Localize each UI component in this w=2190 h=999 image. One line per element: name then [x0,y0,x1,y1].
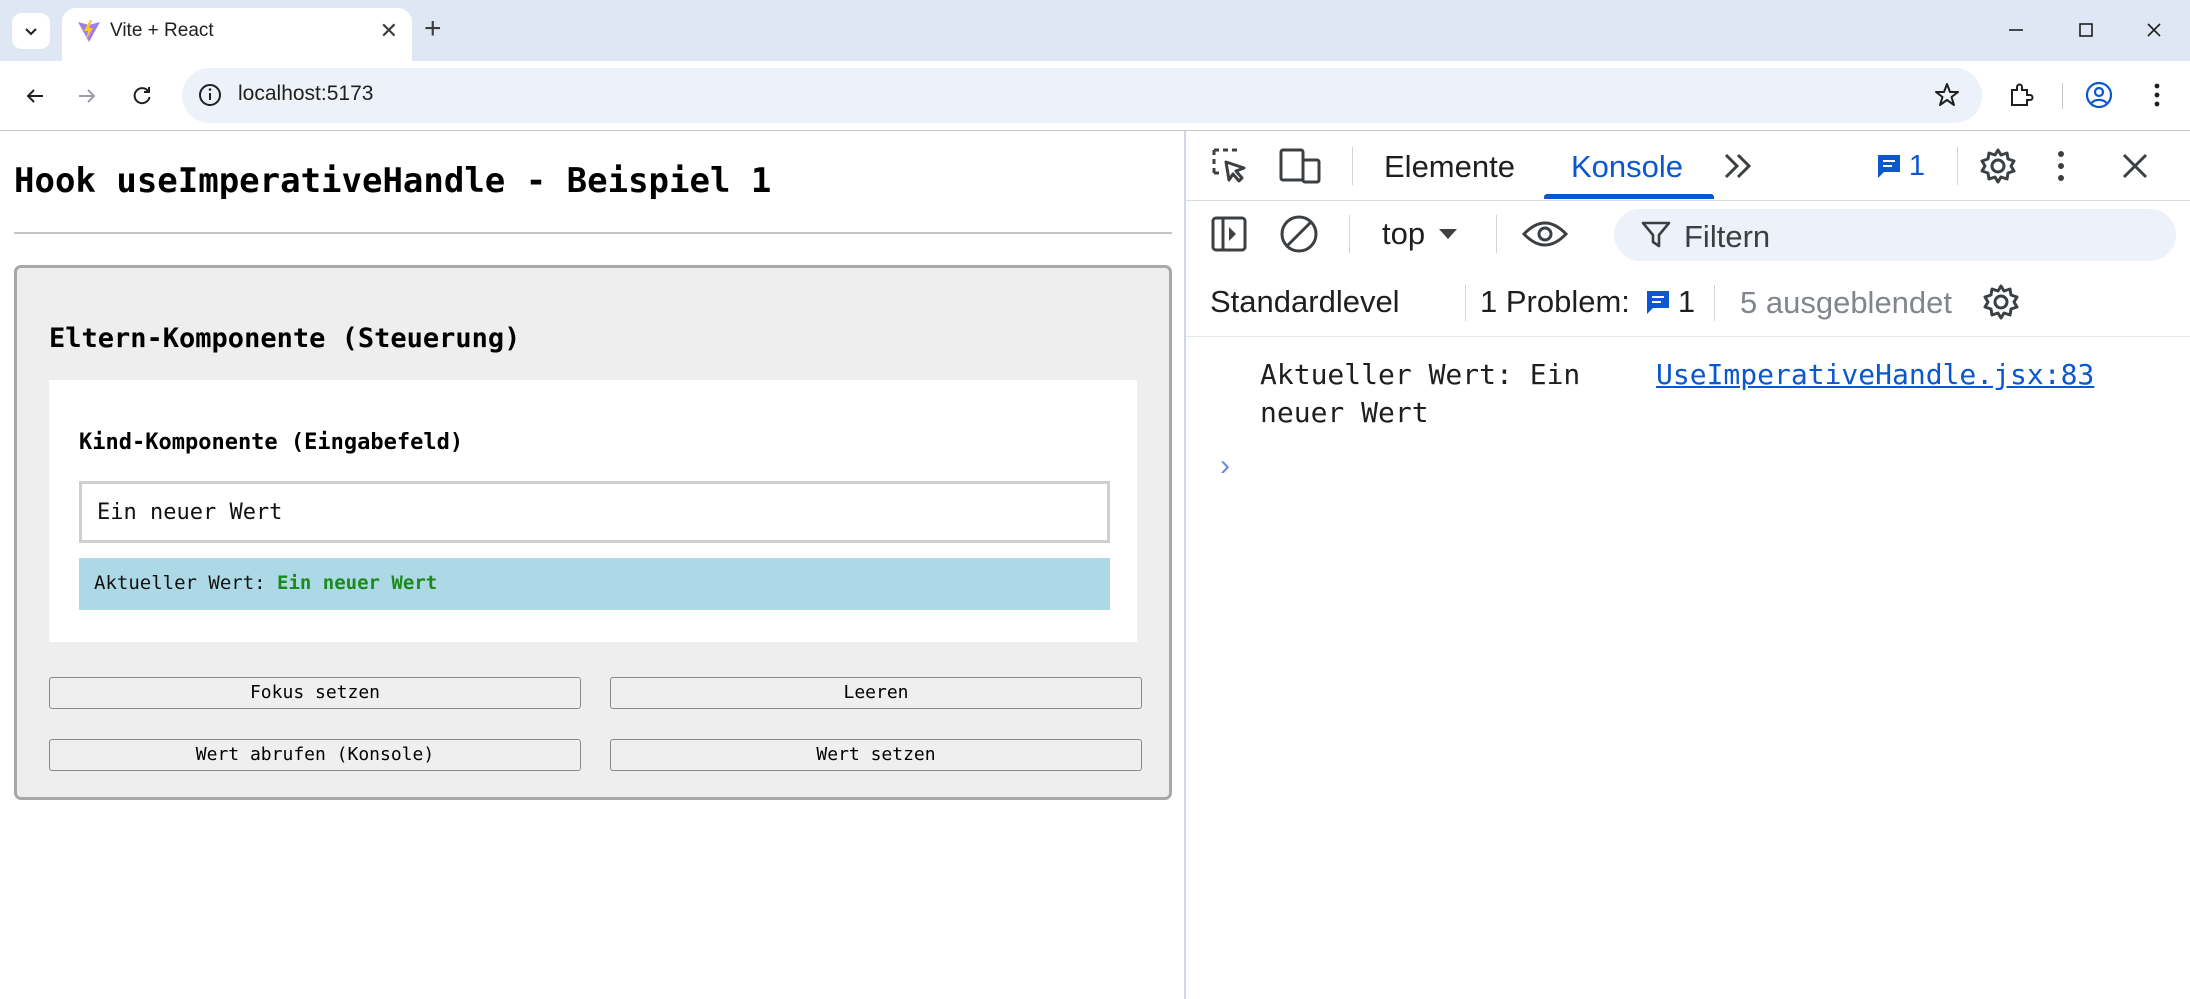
page-title: Hook useImperativeHandle - Beispiel 1 [14,161,772,201]
gear-icon [1983,284,2019,320]
tab-strip: Vite + React ✕ + [0,0,2190,61]
issues-count: 1 [1908,149,1926,182]
inspect-icon [1212,148,1246,183]
heading-divider [14,232,1172,234]
get-value-button[interactable]: Wert abrufen (Konsole) [49,739,581,771]
devtools-panel: Elemente Konsole 1 top Filtern Standardl… [1184,131,2190,999]
caret-down-icon [1439,229,1458,239]
extensions-button[interactable] [2004,78,2038,112]
page-viewport: Hook useImperativeHandle - Beispiel 1 El… [0,131,1184,999]
devtools-settings-button[interactable] [1976,145,2020,187]
console-source-link[interactable]: UseImperativeHandle.jsx:83 [1656,356,2094,394]
current-value-status: Aktueller Wert: Ein neuer Wert [79,558,1110,610]
value-input[interactable] [79,481,1110,543]
console-settings-button[interactable] [1980,281,2022,323]
device-toolbar-button[interactable] [1277,145,1323,187]
message-icon [1646,291,1669,314]
site-info-icon[interactable] [196,81,224,109]
toolbar-separator [1714,285,1715,321]
inspect-element-button[interactable] [1208,145,1252,187]
focus-button[interactable]: Fokus setzen [49,677,581,709]
browser-tab[interactable]: Vite + React ✕ [62,8,412,61]
tab-search-button[interactable] [12,13,50,49]
chevron-double-right-icon [1724,153,1752,179]
browser-toolbar: localhost:5173 [0,61,2190,130]
more-vert-icon [2058,151,2064,181]
close-icon [2147,23,2161,37]
tab-separator [1957,147,1958,185]
close-icon [2122,153,2148,179]
devtools-tab-bar: Elemente Konsole 1 [1186,131,2190,201]
sidebar-icon [1211,216,1247,252]
console-filter-input[interactable]: Filtern [1614,209,2176,261]
log-level-label: Standardlevel [1210,284,1400,319]
chrome-menu-button[interactable] [2140,78,2174,112]
block-icon [1280,215,1318,253]
arrow-left-icon [26,89,43,103]
live-expression-button[interactable] [1520,213,1570,255]
status-label: Aktueller Wert: [94,572,266,594]
reload-button[interactable] [124,78,160,114]
console-settings-bar: Standardlevel 1 Problem: 1 5 ausgeblende… [1186,269,2190,337]
sidebar-toggle-button[interactable] [1208,213,1250,255]
back-button[interactable] [17,78,53,114]
puzzle-icon [2011,83,2034,106]
devtools-menu-button[interactable] [2052,145,2070,187]
device-icon [1279,148,1321,184]
tab-separator [1352,147,1353,185]
problems-label: 1 Problem: [1480,284,1630,319]
parent-title: Eltern-Komponente (Steuerung) [49,323,521,354]
problems-count: 1 [1677,284,1696,319]
tab-title: Vite + React [110,20,214,41]
toolbar-separator [1496,215,1497,253]
more-tabs-button[interactable] [1718,147,1758,185]
more-vert-icon [2154,83,2160,107]
gear-icon [1980,148,2016,184]
toolbar-divider [2062,83,2063,109]
context-label: top [1382,216,1426,251]
clear-console-button[interactable] [1278,213,1320,255]
toolbar-separator [1465,285,1466,321]
address-bar[interactable]: localhost:5173 [182,68,1982,123]
console-toolbar: top Filtern [1186,201,2190,269]
clear-button[interactable]: Leeren [610,677,1142,709]
status-value: Ein neuer Wert [277,572,438,594]
tab-elements[interactable]: Elemente [1384,149,1515,185]
eye-icon [1521,221,1569,247]
toolbar-separator [1349,215,1350,253]
minimize-button[interactable] [1996,14,2036,46]
bookmark-star-icon[interactable] [1932,80,1962,110]
new-tab-button[interactable]: + [424,13,442,45]
parent-component: Eltern-Komponente (Steuerung) Kind-Kompo… [14,265,1172,800]
minimize-icon [2009,29,2023,31]
context-selector[interactable]: top [1382,211,1472,257]
reload-icon [133,87,151,105]
profile-button[interactable] [2082,78,2116,112]
vite-logo-icon [78,20,100,42]
log-level-dropdown[interactable]: Standardlevel [1210,279,1402,325]
forward-button[interactable] [69,78,105,114]
arrow-right-icon [79,89,96,103]
problems-button[interactable]: 1 Problem: 1 [1480,279,1704,325]
child-component: Kind-Komponente (Eingabefeld) Aktueller … [49,380,1137,642]
child-title: Kind-Komponente (Eingabefeld) [79,430,464,455]
close-devtools-button[interactable] [2116,147,2154,185]
issues-counter-button[interactable]: 1 [1872,147,1928,185]
maximize-icon [2079,23,2093,37]
tab-console[interactable]: Konsole [1571,149,1683,185]
set-value-button[interactable]: Wert setzen [610,739,1142,771]
hidden-messages-label: 5 ausgeblendet [1740,285,1953,320]
message-icon [1877,155,1900,178]
console-prompt-icon[interactable]: › [1220,449,1230,483]
maximize-button[interactable] [2066,14,2106,46]
filter-icon [1641,221,1671,248]
chevron-down-icon [25,28,37,36]
active-tab-indicator [1544,194,1714,199]
filter-placeholder: Filtern [1684,219,1771,254]
account-icon [2085,81,2113,109]
console-log-message: Aktueller Wert: Ein neuer Wert [1260,358,1581,429]
url-text[interactable]: localhost:5173 [238,82,373,106]
close-window-button[interactable] [2134,14,2174,46]
close-tab-icon[interactable]: ✕ [380,18,398,44]
